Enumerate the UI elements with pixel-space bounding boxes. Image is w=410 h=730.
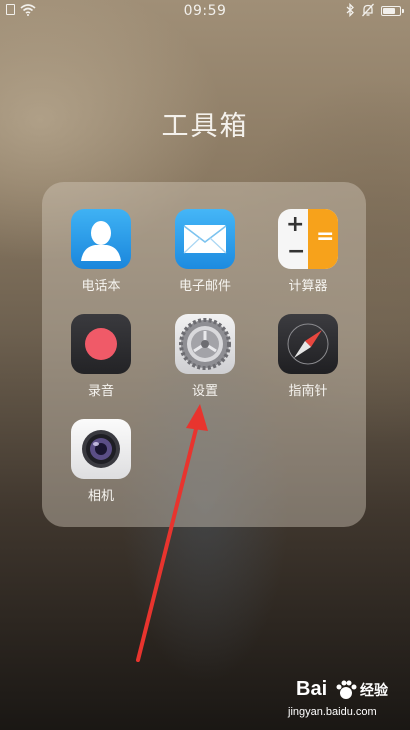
watermark-brand: Bai bbox=[296, 678, 328, 700]
watermark-jingyan: 经验 bbox=[360, 683, 388, 699]
watermark-url: jingyan.baidu.com bbox=[288, 706, 377, 718]
baidu-jingyan-watermark: Bai 经验 jingyan.baidu.com bbox=[288, 678, 406, 724]
paw-icon bbox=[336, 680, 357, 699]
annotation-arrow bbox=[136, 404, 208, 662]
home-screen: 09:59 工具箱 电话本 电子邮件 + − = 计算器 录音 设置 指南针 相… bbox=[0, 0, 410, 730]
